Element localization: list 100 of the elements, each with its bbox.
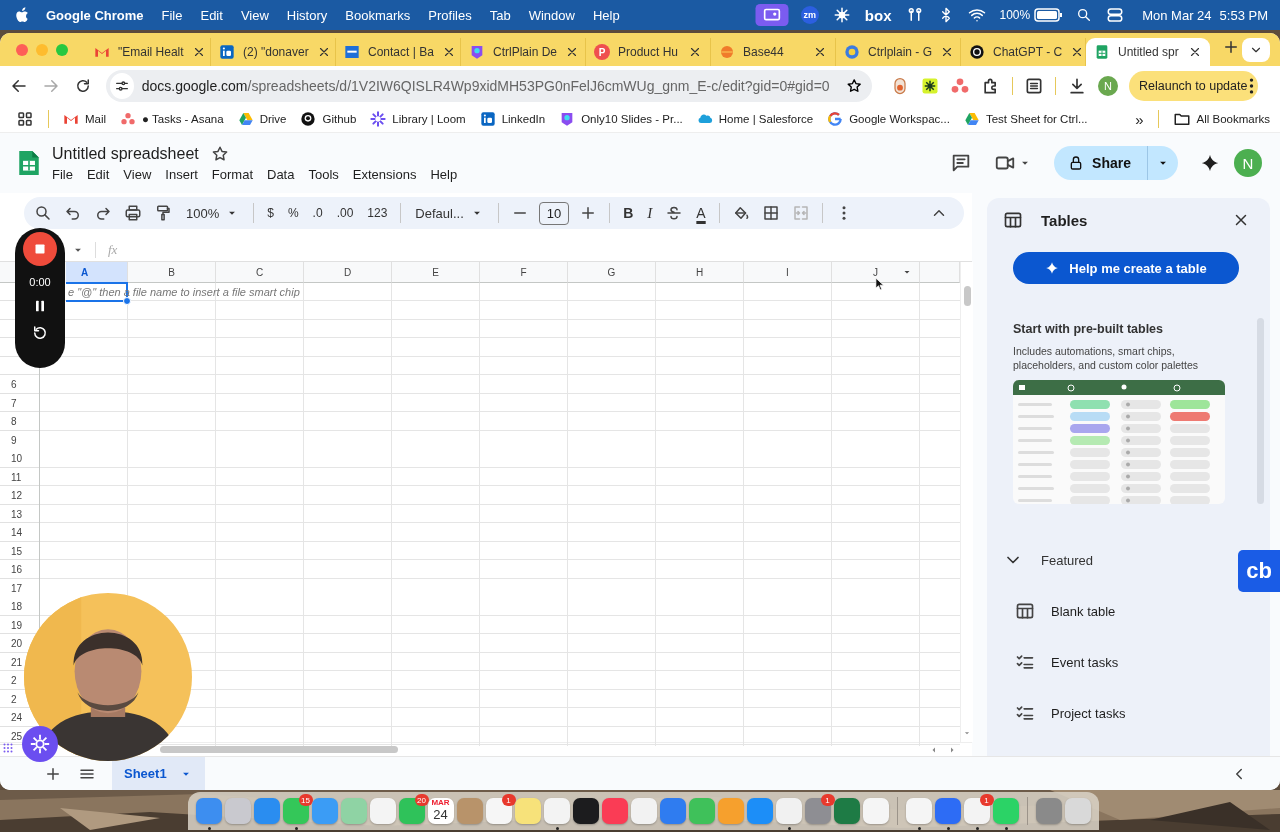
strikethrough-icon[interactable] (665, 204, 684, 222)
asterisk-icon[interactable] (832, 6, 851, 24)
bold-button[interactable]: B (616, 205, 641, 221)
menubar-clock[interactable]: 5:53 PM (1219, 7, 1268, 23)
close-icon[interactable] (940, 45, 954, 59)
bookmarks-overflow-button[interactable]: » (1135, 110, 1144, 128)
document-title[interactable]: Untitled spreadsheet (52, 144, 199, 163)
relaunch-button[interactable]: Relaunch to update (1129, 71, 1259, 101)
column-header[interactable]: E (392, 262, 480, 283)
new-tab-button[interactable] (1222, 38, 1240, 56)
bookmark-item[interactable]: Google Workspac... (827, 111, 950, 127)
horizontal-scrollbar[interactable] (160, 746, 398, 753)
paint-roller-icon[interactable] (154, 204, 172, 222)
apps-icon[interactable] (16, 110, 34, 128)
menubar-date[interactable]: Mon Mar 24 (1142, 7, 1212, 23)
control-center-icon[interactable] (1106, 6, 1125, 24)
close-icon[interactable] (1188, 45, 1202, 59)
format-button[interactable]: % (280, 206, 306, 220)
menu-item[interactable]: Insert (165, 166, 198, 182)
menu-item[interactable]: Help (592, 7, 620, 23)
star-icon[interactable] (210, 144, 229, 163)
site-info-button[interactable] (110, 73, 134, 99)
browser-tab[interactable]: "Email Healt (86, 38, 211, 66)
sheets-logo-icon[interactable] (16, 148, 42, 178)
column-header[interactable]: G (568, 262, 656, 283)
template-item[interactable]: Event tasks (987, 650, 1270, 674)
browser-tab[interactable]: (2) "donaver (211, 38, 336, 66)
text-color-button[interactable]: A (689, 205, 713, 221)
scrollbar-thumb[interactable] (963, 286, 971, 306)
format-button[interactable]: .0 (305, 206, 330, 220)
format-button[interactable]: .00 (329, 206, 361, 220)
app-name[interactable]: Google Chrome (46, 7, 144, 23)
sheet-tab[interactable]: Sheet1 (112, 757, 205, 790)
browser-tab[interactable]: Untitled spr (1086, 38, 1210, 66)
dots-grid-icon[interactable] (2, 742, 14, 754)
status-wordmark[interactable]: box (864, 6, 892, 24)
column-header[interactable]: I (744, 262, 832, 283)
download-icon[interactable] (1067, 76, 1087, 96)
bookmark-item[interactable]: Test Sheet for Ctrl... (963, 111, 1088, 127)
bookmark-item[interactable]: Github (300, 111, 357, 127)
menu-item[interactable]: Edit (200, 7, 223, 23)
dropdown-button[interactable]: Defaul... (407, 205, 492, 221)
bookmark-item[interactable]: Mail (63, 111, 107, 127)
browser-tab[interactable]: Base44 (711, 38, 836, 66)
help-create-table-button[interactable]: Help me create a table (1013, 252, 1239, 284)
dots-icon[interactable] (950, 76, 970, 96)
bookmark-item[interactable]: ● Tasks - Asana (120, 111, 224, 127)
bookmark-item[interactable]: Home | Salesforce (696, 111, 814, 127)
menu-item[interactable]: Profiles (428, 7, 472, 23)
star-icon[interactable] (845, 77, 862, 95)
menu-item[interactable]: Tools (308, 166, 339, 182)
section-toggle[interactable]: Featured (1003, 548, 1094, 572)
browser-tab[interactable]: Contact | Ba (336, 38, 461, 66)
bookmark-item[interactable]: LinkedIn (479, 111, 546, 127)
column-header[interactable]: H (656, 262, 744, 283)
format-button[interactable]: 123 (360, 206, 395, 220)
asterisk-icon[interactable] (921, 77, 939, 95)
menu-item[interactable]: Window (528, 7, 575, 23)
sparkle-icon[interactable] (1200, 153, 1220, 173)
browser-tab[interactable]: P Product Hu (586, 38, 711, 66)
calendar-app-icon[interactable]: MAR 24 (427, 798, 454, 824)
status-badge[interactable]: zm (800, 6, 819, 24)
restart-button[interactable] (31, 324, 49, 342)
stop-button[interactable] (23, 232, 57, 266)
app-icon[interactable] (572, 798, 599, 824)
browser-tab[interactable]: CtrlPlain De (461, 38, 586, 66)
menu-item[interactable]: Tab (489, 7, 511, 23)
back-button[interactable] (10, 77, 28, 95)
column-header[interactable]: A (66, 262, 128, 283)
column-header[interactable]: D (304, 262, 392, 283)
menu-item[interactable]: Edit (86, 166, 110, 182)
reload-button[interactable] (74, 77, 92, 95)
borders-icon[interactable] (761, 204, 780, 222)
print-icon[interactable] (124, 204, 142, 222)
bookmark-item[interactable]: Only10 Slides - Pr... (559, 111, 683, 127)
close-icon[interactable] (688, 45, 702, 59)
reading-list-icon[interactable] (1024, 76, 1044, 96)
format-button[interactable]: $ (260, 206, 281, 220)
column-header[interactable]: F (480, 262, 568, 283)
bookmark-item[interactable]: All Bookmarks (1172, 110, 1270, 128)
battery-icon[interactable] (1034, 6, 1063, 24)
search-icon[interactable] (1076, 7, 1093, 23)
menu-item[interactable]: File (161, 7, 183, 23)
bookmark-item[interactable]: Drive (237, 111, 287, 127)
menu-item[interactable]: Extensions (352, 166, 417, 182)
menu-item[interactable]: View (240, 7, 269, 23)
share-button[interactable]: Share (1054, 146, 1178, 180)
menu-item[interactable]: View (123, 166, 152, 182)
close-icon[interactable] (813, 45, 827, 59)
dropdown-button[interactable]: 100% (178, 205, 248, 221)
menu-item[interactable]: Format (211, 166, 253, 182)
italic-button[interactable]: I (640, 204, 660, 222)
column-header[interactable]: B (128, 262, 216, 283)
column-header[interactable]: C (216, 262, 304, 283)
app-launcher-button[interactable] (22, 726, 58, 762)
address-field[interactable]: docs.google.com/spreadsheets/d/1V2IW6QISLR4Wp9xidMH53PG0nFelJ6cmWUg_gnm_E-c/edit?gid=0#gid=0 (106, 70, 872, 102)
menu-item[interactable]: History (286, 7, 328, 23)
template-item[interactable]: Blank table (987, 599, 1270, 623)
browser-tab[interactable]: Ctrlplain - G (836, 38, 961, 66)
table-preview-drawing[interactable] (1013, 380, 1225, 504)
